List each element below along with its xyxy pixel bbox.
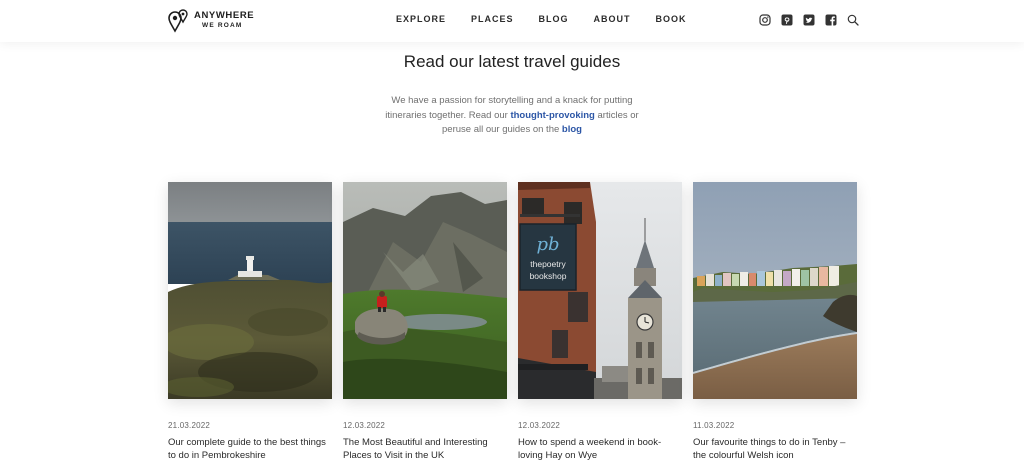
nav-book[interactable]: BOOK [656, 14, 687, 24]
nav-explore[interactable]: EXPLORE [396, 14, 446, 24]
nav-about[interactable]: ABOUT [594, 14, 631, 24]
mountain-valley-photo[interactable] [343, 182, 507, 399]
bookshop-clocktower-photo[interactable]: pb thepoetry bookshop [518, 182, 682, 399]
card-title[interactable]: How to spend a weekend in book-loving Ha… [518, 437, 682, 462]
guide-card-hay-on-wye[interactable]: pb thepoetry bookshop 12.03.2022 How to … [518, 182, 682, 462]
guide-card-pembrokeshire[interactable]: 21.03.2022 Our complete guide to the bes… [168, 182, 332, 462]
site-header: ANYWHERE WE ROAM EXPLORE PLACES BLOG ABO… [0, 0, 1024, 42]
tenby-beach-photo[interactable] [693, 182, 857, 399]
nav-blog[interactable]: BLOG [539, 14, 569, 24]
social-links [759, 14, 859, 26]
card-title[interactable]: Our complete guide to the best things to… [168, 437, 332, 462]
map-pin-pair-icon [168, 9, 188, 33]
logo-wordmark: ANYWHERE WE ROAM [194, 11, 254, 31]
thought-provoking-link[interactable]: thought-provoking [510, 110, 594, 121]
guide-card-tenby[interactable]: 11.03.2022 Our favourite things to do in… [693, 182, 857, 462]
logo-line2: WE ROAM [202, 22, 243, 29]
twitter-icon[interactable] [803, 14, 815, 26]
blog-link[interactable]: blog [562, 124, 582, 135]
card-title[interactable]: The Most Beautiful and Interesting Place… [343, 437, 507, 462]
card-date: 12.03.2022 [518, 421, 561, 430]
lighthouse-coast-photo[interactable] [168, 182, 332, 399]
nav-places[interactable]: PLACES [471, 14, 514, 24]
main-nav: EXPLORE PLACES BLOG ABOUT BOOK [396, 14, 687, 24]
bookshop-sign-line2: thepoetry [530, 259, 566, 269]
card-date: 21.03.2022 [168, 421, 211, 430]
guide-cards: 21.03.2022 Our complete guide to the bes… [168, 182, 857, 462]
bookshop-sign-line3: bookshop [530, 271, 567, 281]
intro-paragraph: We have a passion for storytelling and a… [372, 94, 652, 138]
logo-line1: ANYWHERE [194, 10, 255, 21]
card-date: 11.03.2022 [693, 421, 735, 430]
card-date: 12.03.2022 [343, 421, 386, 430]
instagram-icon[interactable] [759, 14, 771, 26]
facebook-icon[interactable] [825, 14, 837, 26]
card-title[interactable]: Our favourite things to do in Tenby – th… [693, 437, 857, 462]
site-logo[interactable]: ANYWHERE WE ROAM [168, 8, 254, 34]
guide-card-uk-places[interactable]: 12.03.2022 The Most Beautiful and Intere… [343, 182, 507, 462]
pinterest-icon[interactable] [781, 14, 793, 26]
section-title: Read our latest travel guides [403, 52, 621, 71]
bookshop-sign-monogram: pb [536, 234, 559, 255]
search-icon[interactable] [847, 14, 859, 26]
